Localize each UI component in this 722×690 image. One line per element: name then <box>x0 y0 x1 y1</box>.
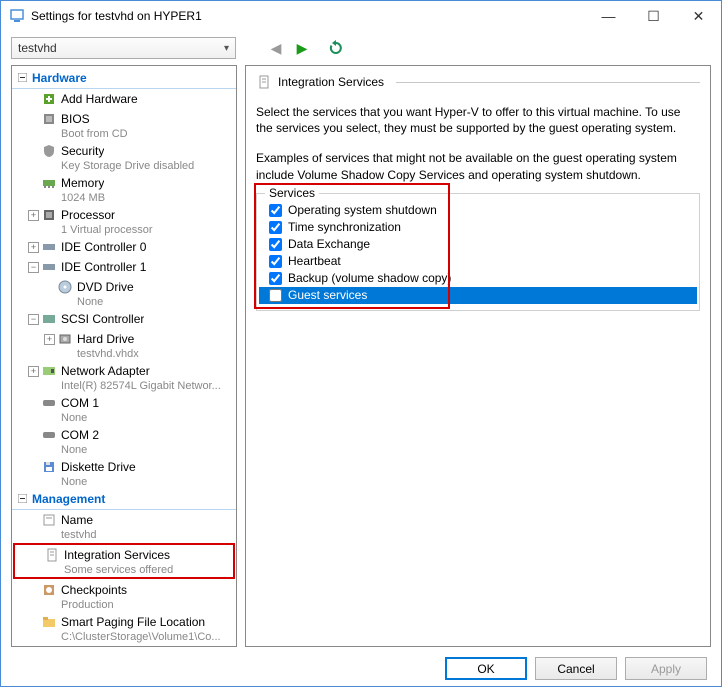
expand-icon[interactable]: + <box>28 366 39 377</box>
management-header[interactable]: Management <box>12 489 236 510</box>
scsi-icon <box>41 311 57 327</box>
panel-description-1: Select the services that you want Hyper-… <box>256 104 700 136</box>
collapse-icon <box>18 73 27 82</box>
service-label: Data Exchange <box>288 237 370 251</box>
floppy-icon <box>41 459 57 475</box>
tree-memory[interactable]: Memory 1024 MB <box>12 173 236 205</box>
minimize-button[interactable]: — <box>586 1 631 31</box>
tree-security[interactable]: Security Key Storage Drive disabled <box>12 141 236 173</box>
shield-icon <box>41 143 57 159</box>
hardware-header[interactable]: Hardware <box>12 68 236 89</box>
toolbar: testvhd ▾ ◀ ▶ <box>1 31 721 65</box>
nav-back-button[interactable]: ◀ <box>266 38 286 58</box>
apply-button[interactable]: Apply <box>625 657 707 680</box>
vm-dropdown-label: testvhd <box>18 41 57 55</box>
tree-ide0[interactable]: +IDE Controller 0 <box>12 237 236 257</box>
tree-integration-services[interactable]: Integration Services Some services offer… <box>13 543 235 579</box>
chip-icon <box>41 111 57 127</box>
service-row-3[interactable]: Heartbeat <box>259 253 697 270</box>
service-row-1[interactable]: Time synchronization <box>259 219 697 236</box>
tree-dvd[interactable]: DVD Drive None <box>12 277 236 309</box>
service-row-2[interactable]: Data Exchange <box>259 236 697 253</box>
tree-add-hardware[interactable]: Add Hardware <box>12 89 236 109</box>
service-checkbox[interactable] <box>269 204 282 217</box>
service-checkbox[interactable] <box>269 238 282 251</box>
service-checkbox[interactable] <box>269 289 282 302</box>
tree-paging[interactable]: Smart Paging File Location C:\ClusterSto… <box>12 612 236 644</box>
services-group: Services Operating system shutdownTime s… <box>256 193 700 311</box>
refresh-button[interactable] <box>326 38 346 58</box>
collapse-icon <box>18 494 27 503</box>
settings-tree[interactable]: Hardware Add Hardware BIOS Boot from CD … <box>11 65 237 647</box>
panel-title: Integration Services <box>278 75 384 89</box>
document-icon <box>44 547 60 563</box>
service-label: Backup (volume shadow copy) <box>288 271 451 285</box>
checkpoint-icon <box>41 582 57 598</box>
memory-icon <box>41 175 57 191</box>
vm-dropdown[interactable]: testvhd ▾ <box>11 37 236 59</box>
ok-button[interactable]: OK <box>445 657 527 680</box>
tree-bios[interactable]: BIOS Boot from CD <box>12 109 236 141</box>
expand-icon[interactable]: + <box>28 210 39 221</box>
serial-port-icon <box>41 427 57 443</box>
hdd-icon <box>57 331 73 347</box>
dialog-footer: OK Cancel Apply <box>1 647 721 690</box>
controller-icon <box>41 239 57 255</box>
disc-icon <box>57 279 73 295</box>
service-label: Heartbeat <box>288 254 341 268</box>
collapse-icon[interactable]: − <box>28 314 39 325</box>
service-checkbox[interactable] <box>269 221 282 234</box>
close-button[interactable]: ✕ <box>676 1 721 31</box>
tree-network[interactable]: +Network Adapter Intel(R) 82574L Gigabit… <box>12 361 236 393</box>
document-icon <box>256 74 272 90</box>
tree-diskette[interactable]: Diskette Drive None <box>12 457 236 489</box>
maximize-button[interactable]: ☐ <box>631 1 676 31</box>
service-label: Operating system shutdown <box>288 203 437 217</box>
nic-icon <box>41 363 57 379</box>
window-title: Settings for testvhd on HYPER1 <box>31 9 586 23</box>
serial-port-icon <box>41 395 57 411</box>
service-checkbox[interactable] <box>269 272 282 285</box>
expand-icon[interactable]: + <box>28 242 39 253</box>
detail-panel: Integration Services Select the services… <box>245 65 711 647</box>
service-checkbox[interactable] <box>269 255 282 268</box>
service-row-5[interactable]: Guest services <box>259 287 697 304</box>
tree-checkpoints[interactable]: Checkpoints Production <box>12 580 236 612</box>
service-row-0[interactable]: Operating system shutdown <box>259 202 697 219</box>
titlebar: Settings for testvhd on HYPER1 — ☐ ✕ <box>1 1 721 31</box>
add-hardware-icon <box>41 91 57 107</box>
expand-icon[interactable]: + <box>44 334 55 345</box>
tree-name[interactable]: Name testvhd <box>12 510 236 542</box>
controller-icon <box>41 259 57 275</box>
tree-com1[interactable]: COM 1 None <box>12 393 236 425</box>
window-controls: — ☐ ✕ <box>586 1 721 31</box>
app-icon <box>9 8 25 24</box>
panel-description-2: Examples of services that might not be a… <box>256 150 700 182</box>
service-label: Guest services <box>288 288 367 302</box>
label-icon <box>41 512 57 528</box>
service-row-4[interactable]: Backup (volume shadow copy) <box>259 270 697 287</box>
tree-scsi[interactable]: −SCSI Controller <box>12 309 236 329</box>
divider <box>396 82 700 83</box>
tree-ide1[interactable]: −IDE Controller 1 <box>12 257 236 277</box>
service-label: Time synchronization <box>288 220 401 234</box>
tree-hdd[interactable]: +Hard Drive testvhd.vhdx <box>12 329 236 361</box>
tree-processor[interactable]: +Processor 1 Virtual processor <box>12 205 236 237</box>
nav-forward-button[interactable]: ▶ <box>292 38 312 58</box>
cancel-button[interactable]: Cancel <box>535 657 617 680</box>
tree-com2[interactable]: COM 2 None <box>12 425 236 457</box>
services-legend: Services <box>265 186 319 200</box>
cpu-icon <box>41 207 57 223</box>
folder-icon <box>41 614 57 630</box>
chevron-down-icon: ▾ <box>224 43 229 54</box>
collapse-icon[interactable]: − <box>28 262 39 273</box>
panel-header: Integration Services <box>256 74 700 90</box>
